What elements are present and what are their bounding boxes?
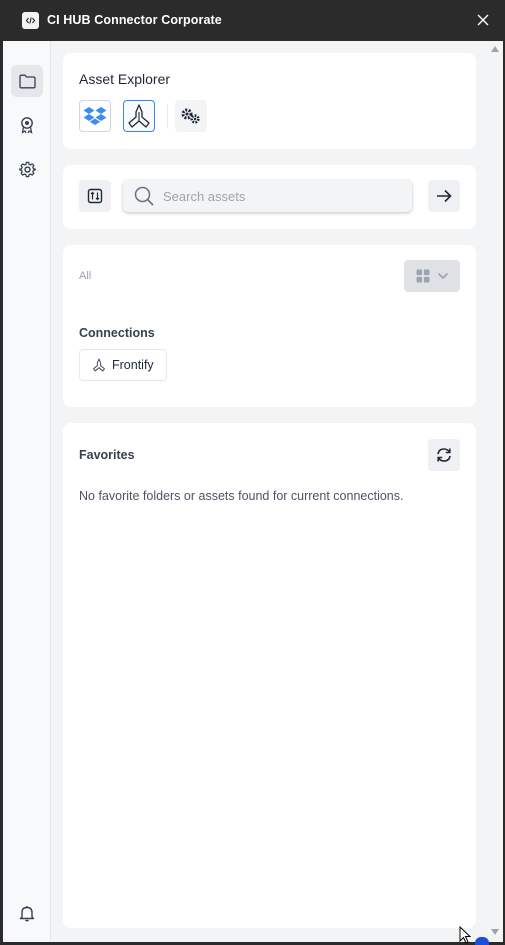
filter-all-label: All [79,270,92,282]
taskbar-accent [475,937,489,945]
chevron-down-icon [437,272,448,280]
frontify-icon [128,104,150,128]
favorites-empty-message: No favorite folders or assets found for … [79,489,404,503]
scroll-down-arrow-icon[interactable] [491,929,499,935]
connection-chip-frontify[interactable]: Frontify [79,349,167,381]
toolbar-divider [167,104,168,128]
side-navigation [3,41,51,942]
title-bar: CI HUB Connector Corporate [0,0,505,41]
dropbox-icon [83,107,107,125]
grid-icon [416,269,429,283]
asset-explorer-card: Asset Explorer [63,53,476,149]
search-box[interactable] [123,180,412,212]
mouse-cursor-icon [459,926,471,944]
connection-chip-label: Frontify [112,358,154,372]
search-input[interactable] [163,188,403,204]
nav-licenses[interactable] [11,109,43,141]
gear-icon [18,161,36,177]
dropbox-connection-button[interactable] [79,100,111,132]
refresh-icon [437,448,451,462]
folder-icon [18,74,36,88]
frontify-icon [93,358,105,372]
nav-settings[interactable] [11,153,43,185]
award-icon [21,117,33,134]
search-card [63,165,476,229]
filter-button[interactable] [79,180,111,212]
bell-icon [19,905,35,921]
frontify-connection-button[interactable] [123,100,155,132]
gears-icon [181,108,200,124]
search-submit-button[interactable] [428,180,460,212]
close-icon[interactable] [477,14,489,26]
sort-filter-icon [87,188,103,204]
manage-connections-button[interactable] [175,100,207,132]
favorites-heading: Favorites [79,448,135,462]
page-title: Asset Explorer [79,71,171,87]
scroll-up-arrow-icon[interactable] [491,46,499,52]
nav-notifications[interactable] [11,897,43,929]
arrow-right-icon [437,189,452,203]
favorites-card: Favorites No favorite folders or assets … [63,423,476,928]
nav-asset-explorer[interactable] [11,65,43,97]
scrollbar[interactable] [488,41,502,942]
browse-card: All Connections Frontify [63,245,476,407]
window-title: CI HUB Connector Corporate [47,13,222,27]
app-code-icon [22,12,39,29]
connections-heading: Connections [79,326,155,340]
view-mode-dropdown[interactable] [404,260,460,292]
search-icon [134,186,154,206]
main-content: Asset Explorer Search assets All Connect… [51,41,488,942]
refresh-favorites-button[interactable] [428,439,460,471]
close-button[interactable] [475,12,491,28]
